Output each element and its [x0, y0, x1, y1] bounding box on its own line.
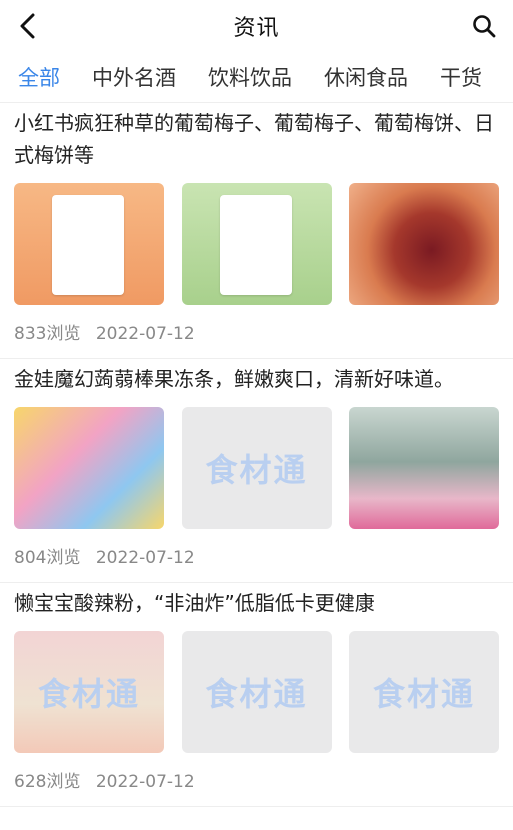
- article-item[interactable]: 金娃魔幻蒟蒻棒果冻条，鲜嫩爽口，清新好味道。 食材通 804浏览 2022-07…: [0, 359, 513, 583]
- article-title: 小红书疯狂种草的葡萄梅子、葡萄梅子、葡萄梅饼、日式梅饼等: [14, 111, 494, 167]
- article-image: [349, 407, 499, 529]
- image-placeholder: 食材通: [349, 631, 499, 753]
- page-title: 资讯: [233, 16, 280, 41]
- article-thumbnails: [14, 183, 499, 305]
- article-image: [14, 407, 164, 529]
- article-meta: 804浏览 2022-07-12: [14, 529, 499, 582]
- publish-date: 2022-07-12: [95, 324, 195, 344]
- placeholder-watermark: 食材通: [37, 675, 140, 713]
- image-placeholder: 食材通: [181, 631, 332, 753]
- back-button[interactable]: [12, 11, 42, 41]
- top-bar: 资讯: [0, 0, 513, 52]
- article-image: [181, 183, 332, 305]
- article-thumbnails: 食材通: [14, 407, 499, 529]
- article-image: [349, 183, 499, 305]
- chevron-left-icon: [20, 13, 35, 39]
- placeholder-watermark: 食材通: [372, 675, 475, 713]
- image-placeholder: 食材通: [14, 631, 164, 753]
- publish-date: 2022-07-12: [95, 772, 195, 792]
- product-pack-image: [52, 195, 124, 295]
- article-item[interactable]: 懒宝宝酸辣粉，“非油炸”低脂低卡更健康 食材通 食材通 食材通 628浏览 20…: [0, 583, 513, 807]
- search-button[interactable]: [469, 11, 499, 41]
- article-meta: 833浏览 2022-07-12: [14, 305, 499, 358]
- search-icon: [473, 15, 496, 38]
- article-title: 懒宝宝酸辣粉，“非油炸”低脂低卡更健康: [14, 591, 375, 615]
- view-count: 804浏览: [14, 548, 81, 568]
- tab-snacks[interactable]: 休闲食品: [324, 62, 408, 92]
- publish-date: 2022-07-12: [95, 548, 195, 568]
- article-meta: 628浏览 2022-07-12: [14, 753, 499, 806]
- placeholder-watermark: 食材通: [205, 451, 308, 489]
- article-image: [14, 183, 164, 305]
- view-count: 833浏览: [14, 324, 81, 344]
- view-count: 628浏览: [14, 772, 81, 792]
- image-placeholder: 食材通: [181, 407, 332, 529]
- tab-beverages[interactable]: 饮料饮品: [208, 62, 292, 92]
- tab-all[interactable]: 全部: [18, 62, 60, 92]
- category-tabs: 全部 中外名酒 饮料饮品 休闲食品 干货: [0, 52, 513, 103]
- article-item[interactable]: 小红书疯狂种草的葡萄梅子、葡萄梅子、葡萄梅饼、日式梅饼等 833浏览 2022-…: [0, 103, 513, 359]
- tab-liquor[interactable]: 中外名酒: [92, 62, 176, 92]
- article-thumbnails: 食材通 食材通 食材通: [14, 631, 499, 753]
- article-title: 金娃魔幻蒟蒻棒果冻条，鲜嫩爽口，清新好味道。: [14, 367, 454, 391]
- tab-dried-goods[interactable]: 干货: [440, 62, 482, 92]
- placeholder-watermark: 食材通: [205, 675, 308, 713]
- product-pack-image: [219, 195, 292, 295]
